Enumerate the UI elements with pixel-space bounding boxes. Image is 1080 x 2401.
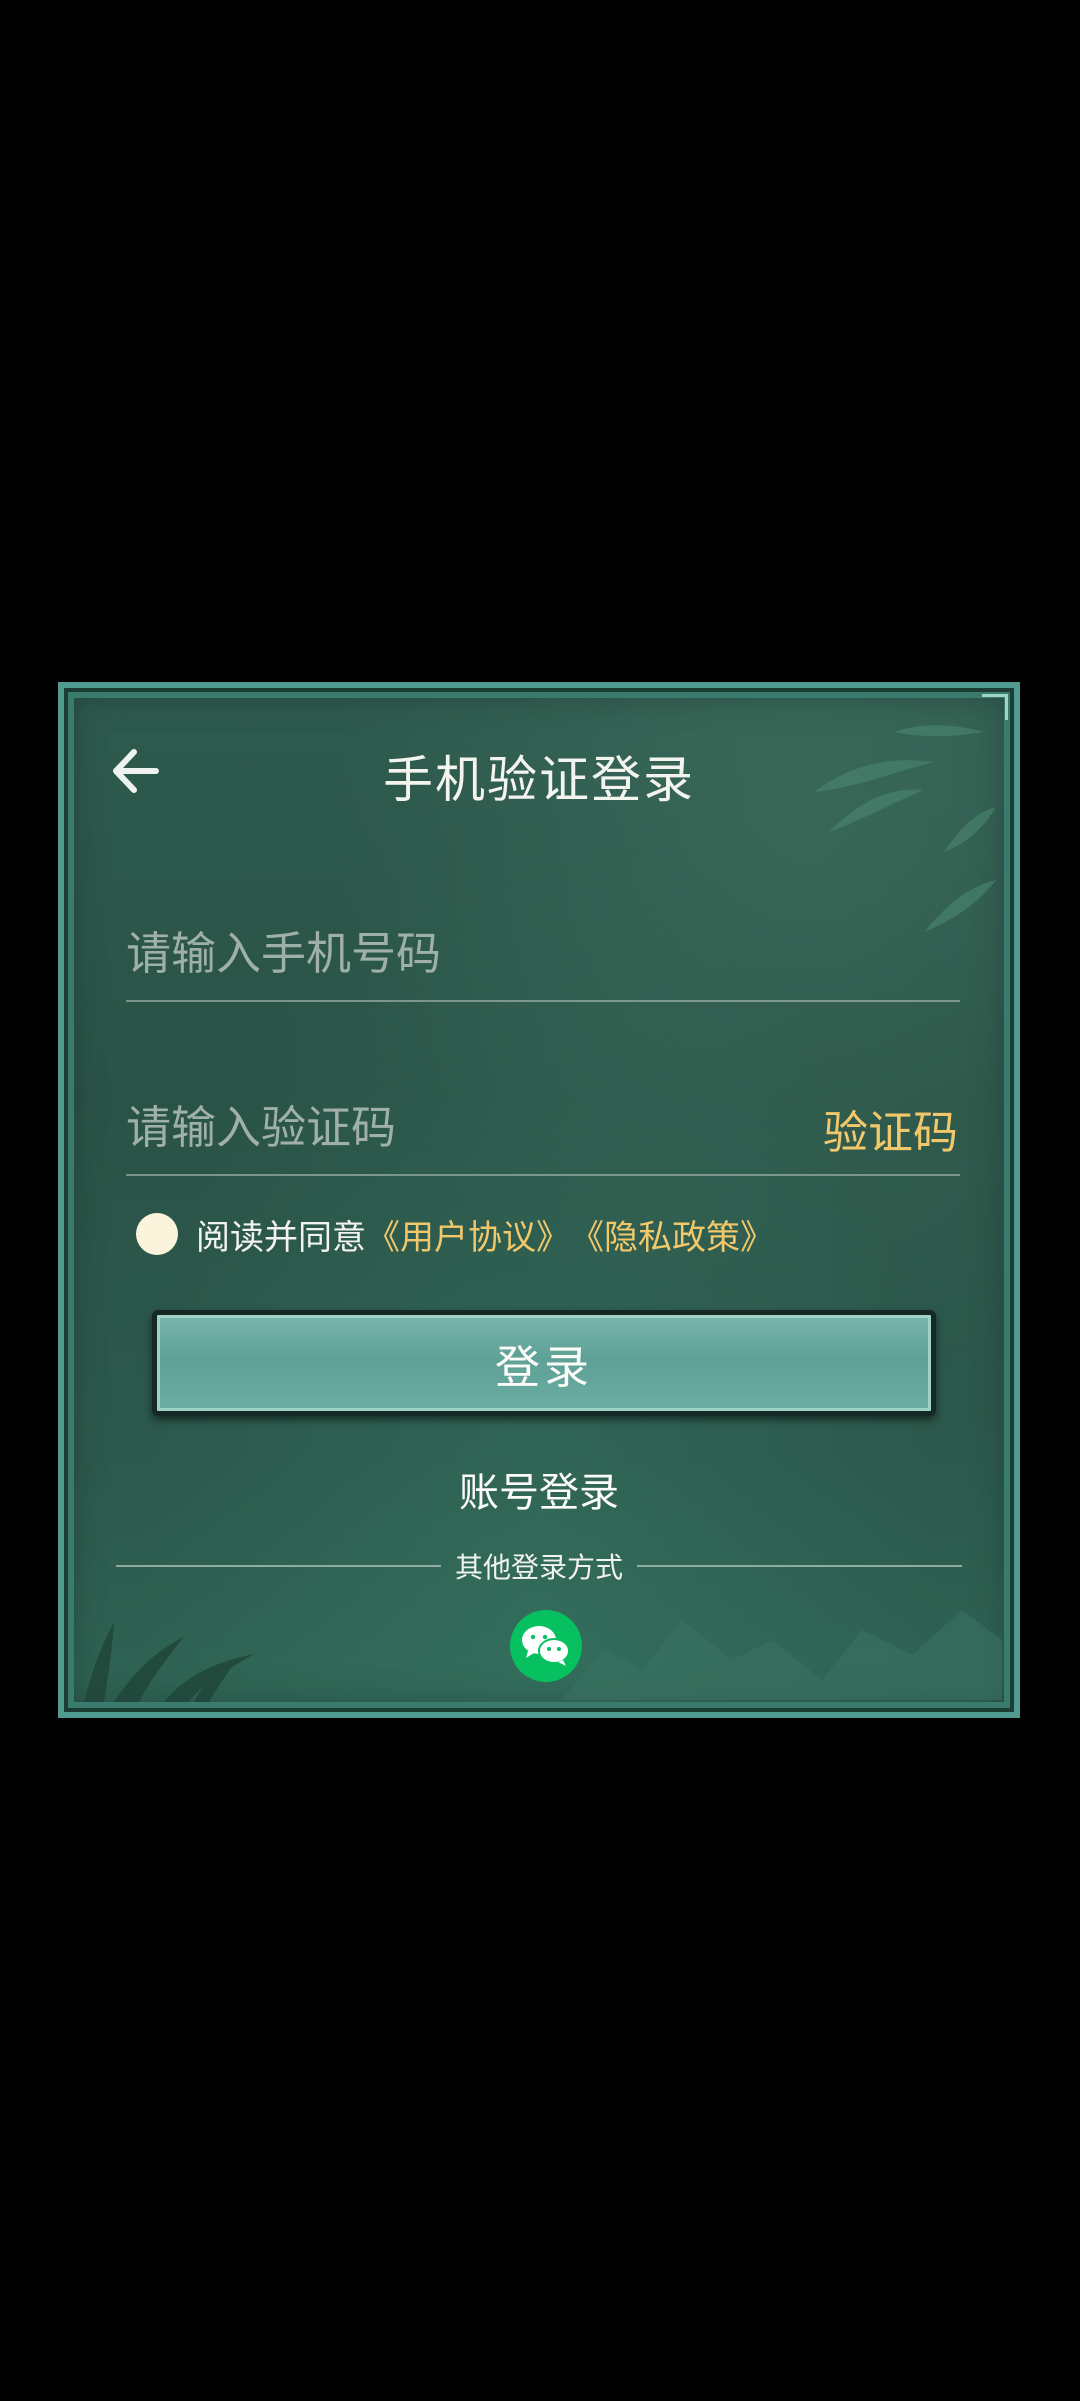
wechat-icon bbox=[522, 1626, 570, 1666]
divider-line-right bbox=[637, 1565, 963, 1567]
divider-line-left bbox=[116, 1565, 441, 1567]
login-dialog: 手机验证登录 验证码 阅读并同意 《用户协议》 《隐私政策》 登录 账号登录 其… bbox=[58, 682, 1020, 1718]
account-login-link[interactable]: 账号登录 bbox=[64, 1460, 1014, 1518]
login-button[interactable]: 登录 bbox=[152, 1310, 936, 1416]
user-agreement-link[interactable]: 《用户协议》 bbox=[366, 1210, 570, 1259]
get-code-button[interactable]: 验证码 bbox=[823, 1096, 958, 1161]
agreement-row: 阅读并同意 《用户协议》 《隐私政策》 bbox=[136, 1204, 774, 1264]
login-button-label: 登录 bbox=[494, 1340, 593, 1394]
code-field-row: 验证码 bbox=[126, 1080, 960, 1176]
other-login-label: 其他登录方式 bbox=[455, 1551, 624, 1584]
navigation-bar bbox=[0, 2387, 1080, 2401]
wechat-login-button[interactable] bbox=[510, 1610, 582, 1682]
status-bar bbox=[0, 0, 1080, 14]
other-login-divider: 其他登录方式 bbox=[116, 1546, 963, 1586]
agree-radio[interactable] bbox=[136, 1213, 178, 1255]
dialog-title: 手机验证登录 bbox=[383, 751, 695, 809]
screen: 手机验证登录 验证码 阅读并同意 《用户协议》 《隐私政策》 登录 账号登录 其… bbox=[0, 0, 1080, 2401]
phone-input[interactable] bbox=[126, 906, 786, 1000]
phone-field-row bbox=[126, 906, 960, 1002]
privacy-policy-link[interactable]: 《隐私政策》 bbox=[570, 1210, 774, 1259]
verification-code-input[interactable] bbox=[126, 1080, 786, 1174]
grass-decoration bbox=[84, 1622, 254, 1702]
agree-prefix-text: 阅读并同意 bbox=[196, 1217, 366, 1258]
